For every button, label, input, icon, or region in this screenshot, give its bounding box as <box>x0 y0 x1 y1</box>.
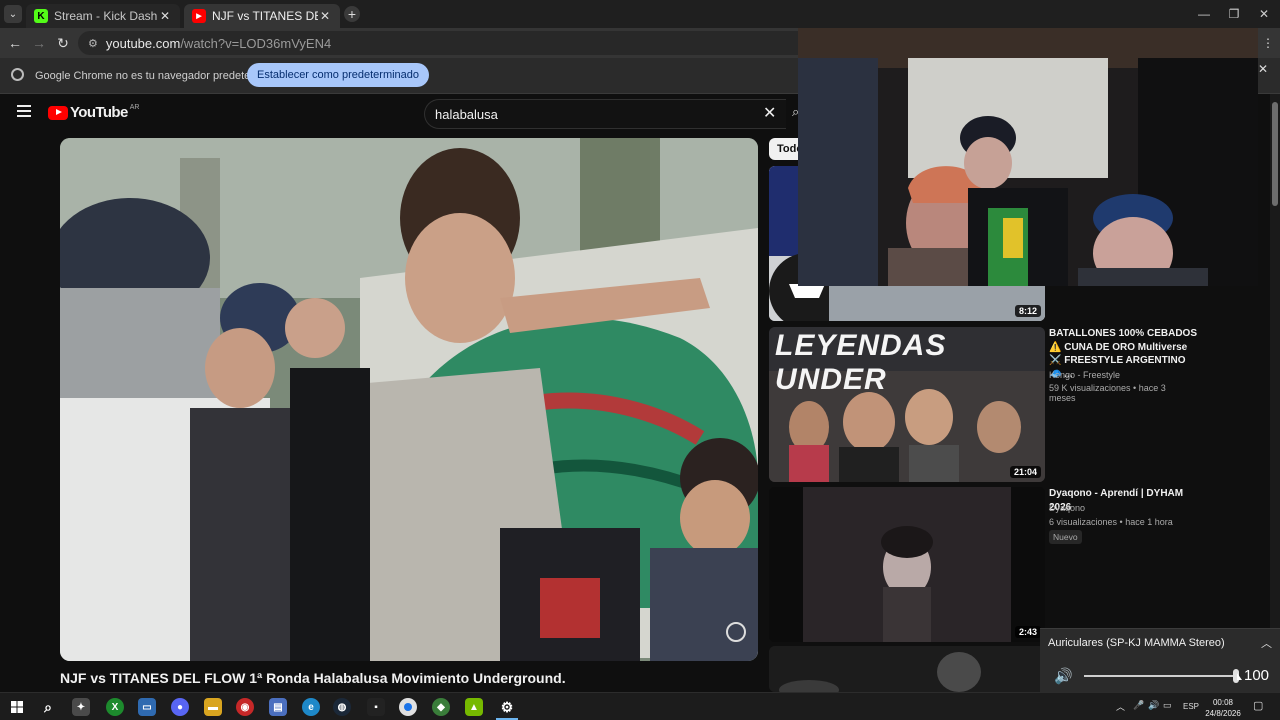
chrome-icon <box>11 68 24 81</box>
app-icon[interactable]: ◆ <box>432 698 450 716</box>
tab-youtube-video[interactable]: ▶ NJF vs TITANES DEL FLOW 1ª Ro ✕ <box>184 4 340 28</box>
edge-icon[interactable]: e <box>302 698 320 716</box>
page-scrollbar[interactable] <box>1270 94 1280 694</box>
new-badge: Nuevo <box>1049 530 1082 544</box>
restore-icon[interactable]: ❐ <box>1218 0 1250 28</box>
video-player[interactable] <box>60 138 758 661</box>
set-default-button[interactable]: Establecer como predeterminado <box>247 63 430 87</box>
file-explorer-icon[interactable]: ▬ <box>204 698 222 716</box>
xbox-icon[interactable]: X <box>106 698 124 716</box>
tab-search-chevron-icon[interactable]: ⌄ <box>4 5 22 23</box>
close-window-icon[interactable]: ✕ <box>1248 0 1280 28</box>
url-path: /watch?v=LOD36mVyEN4 <box>180 35 332 51</box>
tab-title: NJF vs TITANES DEL FLOW 1ª Ro <box>212 9 318 23</box>
webcam-image <box>798 28 1258 286</box>
back-arrow-icon[interactable]: ← <box>6 34 24 52</box>
language-indicator[interactable]: ESP <box>1183 702 1199 711</box>
forward-arrow-icon[interactable]: → <box>30 34 48 52</box>
video-duration: 2:43 <box>1014 626 1041 638</box>
chevron-up-icon[interactable]: ︿ <box>1261 635 1272 651</box>
tab-kick-dashboard[interactable]: K Stream - Kick Dashboard ✕ <box>26 4 180 28</box>
microphone-icon[interactable]: 🎤 <box>1133 700 1144 711</box>
remote-desktop-icon[interactable]: ▭ <box>138 698 156 716</box>
speaker-icon[interactable]: 🔊 <box>1148 700 1159 711</box>
recommendation-item[interactable]: LEYENDAS UNDER 21:04 BATALLONES 100% CEB… <box>769 327 1197 482</box>
reload-icon[interactable]: ↻ <box>54 34 72 52</box>
start-icon[interactable] <box>8 698 26 716</box>
app-icon[interactable]: ✦ <box>72 698 90 716</box>
thumbnail-image <box>769 487 1045 642</box>
volume-fill <box>1084 675 1236 677</box>
search-input[interactable]: halabalusa <box>424 99 786 129</box>
close-tab-icon[interactable]: ✕ <box>158 9 172 23</box>
video-duration: 8:12 <box>1014 305 1041 317</box>
volume-flyout: Auriculares (SP-KJ MAMMA Stereo) ︿ 🔊 100 <box>1040 628 1280 692</box>
close-tab-icon[interactable]: ✕ <box>318 9 332 23</box>
tab-strip: ⌄ K Stream - Kick Dashboard ✕ ▶ NJF vs T… <box>0 0 1280 28</box>
speaker-icon[interactable]: 🔊 <box>1054 667 1073 685</box>
nvidia-icon[interactable]: ▲ <box>465 698 483 716</box>
close-overlay-icon[interactable]: ✕ <box>1256 62 1270 82</box>
chevron-up-icon[interactable]: ︿ <box>1116 700 1125 713</box>
windows-taskbar: ⌕ ✦ X ▭ ● ▬ ◉ ▤ e ◍ ▪ ◆ ▲ ⚙ ︿ 🎤 🔊 ▭ ESP … <box>0 692 1280 720</box>
volume-slider[interactable] <box>1084 669 1239 683</box>
settings-icon[interactable]: ⚙ <box>498 698 516 716</box>
url-host: youtube.com <box>105 35 181 51</box>
recommendation-item[interactable]: 2:43 Dyaqono - Aprendí | DYHAM 2026 Dyaq… <box>769 487 1189 642</box>
thumbnail-text: LEYENDAS UNDER <box>775 329 947 396</box>
discord-icon[interactable]: ● <box>171 698 189 716</box>
steam-icon[interactable]: ◍ <box>333 698 351 716</box>
new-tab-button[interactable]: + <box>344 6 360 22</box>
app-icon[interactable]: ◉ <box>236 698 254 716</box>
tab-title: Stream - Kick Dashboard <box>54 9 158 23</box>
video-stats: 6 visualizaciones • hace 1 hora <box>1049 517 1173 527</box>
search-icon[interactable]: ⌕ <box>39 698 57 716</box>
youtube-logo[interactable]: YouTube AR <box>48 104 139 121</box>
more-options-icon[interactable]: ⋮ <box>1262 36 1274 50</box>
video-stats: 59 K visualizaciones • hace 3 meses <box>1049 383 1166 403</box>
channel-name[interactable]: Kongo - Freestyle <box>1049 370 1120 380</box>
webcam-overlay <box>798 28 1258 286</box>
youtube-play-icon <box>48 105 68 120</box>
clear-search-icon[interactable]: ✕ <box>763 103 776 123</box>
youtube-favicon-icon: ▶ <box>192 9 206 23</box>
scrollbar-thumb[interactable] <box>1272 102 1278 206</box>
volume-value: 100 <box>1244 667 1270 684</box>
video-duration: 21:04 <box>1009 466 1041 478</box>
video-thumbnail[interactable]: LEYENDAS UNDER 21:04 <box>769 327 1045 482</box>
thumbnail-image <box>769 646 1045 692</box>
notifications-icon[interactable]: ▢ <box>1253 699 1263 712</box>
menu-icon[interactable] <box>17 105 31 117</box>
video-thumbnail[interactable]: 2:43 <box>769 487 1045 642</box>
channel-name[interactable]: Dyaqono <box>1049 503 1085 513</box>
video-frame <box>60 138 758 661</box>
minimize-icon[interactable]: — <box>1188 0 1220 28</box>
system-clock[interactable]: 00:08 24/8/2026 <box>1202 697 1244 719</box>
site-info-icon[interactable]: ⚙ <box>88 37 98 50</box>
mouse-cursor-icon <box>1237 673 1242 680</box>
notepad-icon[interactable]: ▤ <box>269 698 287 716</box>
app-icon[interactable]: ▪ <box>367 698 385 716</box>
kick-favicon-icon: K <box>34 9 48 23</box>
network-icon[interactable]: ▭ <box>1163 700 1172 711</box>
audio-device-name[interactable]: Auriculares (SP-KJ MAMMA Stereo) <box>1048 637 1225 649</box>
video-thumbnail[interactable] <box>769 646 1045 692</box>
video-title: NJF vs TITANES DEL FLOW 1ª Ronda Halabal… <box>60 670 566 686</box>
chrome-icon[interactable] <box>399 698 417 716</box>
